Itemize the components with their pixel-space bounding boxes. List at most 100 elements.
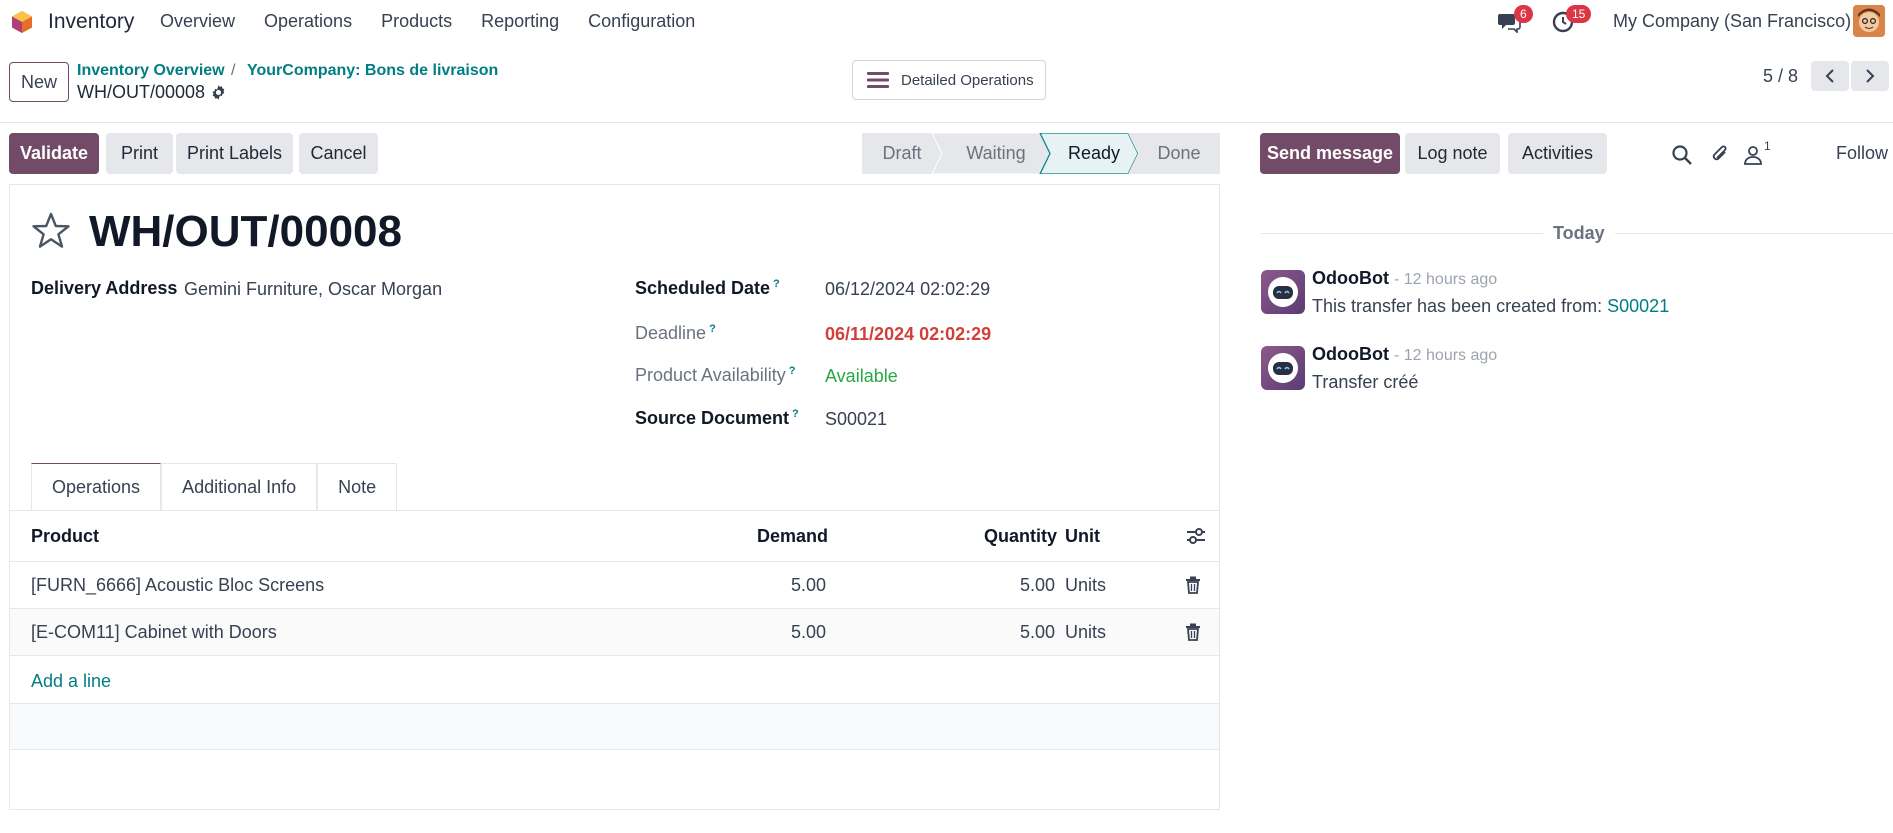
detailed-operations-label: Detailed Operations [901,71,1034,89]
deadline-field: 06/11/2024 02:02:29 [825,324,992,344]
scheduled-date-field[interactable]: 06/12/2024 02:02:29 [825,279,990,300]
help-tooltip-icon[interactable]: ? [792,408,799,420]
notebook-tabs: Operations Additional Info Note [31,463,398,510]
record-title: WH/OUT/00008 [89,207,402,256]
message-timestamp: - 12 hours ago [1394,347,1498,364]
availability-label: Product Availability? [635,365,795,386]
row-product: [FURN_6666] Acoustic Bloc Screens [31,575,325,595]
trash-icon[interactable] [1185,623,1201,641]
message-timestamp: - 12 hours ago [1394,271,1498,288]
delivery-address-label: Delivery Address [31,278,178,298]
breadcrumb-separator: / [231,62,236,79]
top-navbar: Inventory Overview Operations Products R… [0,0,1893,44]
row-quantity: 5.00 [1019,575,1055,595]
activities-badge: 15 [1566,5,1592,23]
column-product[interactable]: Product [31,526,99,547]
validate-button[interactable]: Validate [9,133,99,174]
trash-icon[interactable] [1185,576,1201,594]
star-icon[interactable] [31,211,71,251]
robot-icon [1268,277,1298,307]
menu-configuration[interactable]: Configuration [588,11,695,32]
breadcrumb-delivery-orders[interactable]: YourCompany: Bons de livraison [247,62,498,80]
tab-note[interactable]: Note [317,463,398,510]
menu-overview[interactable]: Overview [160,11,235,32]
table-row[interactable]: [E-COM11] Cabinet with Doors 5.00 5.00 U… [10,609,1219,656]
new-button[interactable]: New [9,62,70,102]
chevron-right-icon [1866,69,1875,83]
message-body: This transfer has been created from: S00… [1312,296,1669,317]
control-panel: New Inventory Overview / YourCompany: Bo… [0,44,1893,123]
availability-label-text: Product Availability [635,365,786,385]
message-author-name[interactable]: OdooBot [1312,344,1389,364]
print-button[interactable]: Print [106,133,173,174]
column-demand[interactable]: Demand [757,526,828,547]
main-menu: Overview Operations Products Reporting C… [160,11,724,32]
row-quantity: 5.00 [1019,622,1055,642]
message-author: OdooBot - 12 hours ago [1312,344,1497,365]
menu-products[interactable]: Products [381,11,452,32]
column-quantity[interactable]: Quantity [984,526,1057,547]
tab-operations[interactable]: Operations [31,463,162,510]
column-unit[interactable]: Unit [1065,526,1100,547]
row-unit: Units [1065,575,1107,595]
message-source-link[interactable]: S00021 [1607,296,1669,316]
deadline-label: Deadline? [635,323,716,344]
activities-button[interactable]: Activities [1508,133,1607,174]
detailed-operations-button[interactable]: Detailed Operations [852,60,1046,100]
odoobot-avatar[interactable] [1261,346,1305,390]
app-name[interactable]: Inventory [48,10,134,34]
message-author: OdooBot - 12 hours ago [1312,268,1497,289]
stage-draft[interactable]: Draft [862,133,942,174]
add-line-link[interactable]: Add a line [31,671,111,692]
followers-count: 1 [1764,139,1771,153]
app-logo-icon[interactable] [10,10,34,34]
odoobot-avatar[interactable] [1261,270,1305,314]
row-demand: 5.00 [790,622,826,642]
list-icon [867,72,889,88]
search-icon[interactable] [1671,144,1693,166]
help-tooltip-icon[interactable]: ? [709,323,716,335]
table-header: Product Demand Quantity Unit [10,511,1219,562]
gear-icon[interactable] [210,84,227,101]
send-message-button[interactable]: Send message [1260,133,1400,174]
breadcrumb-inventory-overview[interactable]: Inventory Overview [77,62,225,80]
user-avatar[interactable] [1853,5,1885,37]
pager-next-button[interactable] [1851,61,1889,91]
pager-value[interactable]: 5 / 8 [1763,66,1798,87]
log-note-button[interactable]: Log note [1405,133,1500,174]
stage-waiting[interactable]: Waiting [942,133,1050,174]
source-document-label: Source Document? [635,408,799,429]
scheduled-date-label-text: Scheduled Date [635,278,771,298]
deadline-label-text: Deadline [635,323,707,343]
company-switcher[interactable]: My Company (San Francisco) [1613,11,1851,32]
source-document-field[interactable]: S00021 [825,409,887,430]
source-document-label-text: Source Document [635,408,790,428]
message-body: Transfer créé [1312,372,1419,392]
tab-additional-info[interactable]: Additional Info [161,463,318,510]
menu-operations[interactable]: Operations [264,11,352,32]
scheduled-date-label: Scheduled Date? [635,278,780,299]
followers-icon[interactable] [1742,144,1764,166]
help-tooltip-icon[interactable]: ? [773,278,780,290]
message-author-name[interactable]: OdooBot [1312,268,1389,288]
pager-previous-button[interactable] [1811,61,1849,91]
stage-ready[interactable]: Ready [1050,133,1138,174]
availability-field: Available [825,366,898,386]
row-demand: 5.00 [790,575,826,595]
user-avatar-icon [1853,5,1885,37]
menu-reporting[interactable]: Reporting [481,11,559,32]
table-row[interactable]: [FURN_6666] Acoustic Bloc Screens 5.00 5… [10,562,1219,609]
delivery-address-field[interactable]: Gemini Furniture, Oscar Morgan [184,279,442,300]
breadcrumb-current-record: WH/OUT/00008 [77,82,206,102]
help-tooltip-icon[interactable]: ? [789,365,796,377]
paperclip-icon[interactable] [1709,144,1731,166]
cancel-button[interactable]: Cancel [299,133,378,174]
robot-icon [1268,353,1298,383]
chevron-left-icon [1825,69,1834,83]
message-text: This transfer has been created from: [1312,296,1608,316]
print-labels-button[interactable]: Print Labels [176,133,293,174]
optional-columns-icon[interactable] [1186,527,1206,545]
stage-done[interactable]: Done [1138,133,1220,174]
follow-button[interactable]: Follow [1836,143,1888,164]
messages-badge: 6 [1514,5,1533,23]
